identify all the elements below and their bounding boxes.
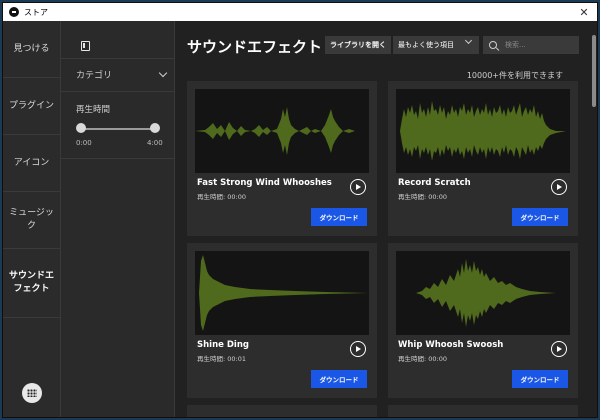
grid-icon <box>27 389 37 397</box>
filter-panel: カテゴリ 再生時間 0:00 4:00 <box>61 21 175 417</box>
sound-card[interactable]: Shine Ding 再生時間: 00:01 ダウンロード <box>187 243 377 398</box>
duration-slider-min-handle[interactable] <box>76 123 86 133</box>
left-nav: 見つける プラグイン アイコン ミュージック サウンドエフェクト <box>3 21 61 417</box>
sound-title: Whip Whoosh Swoosh <box>398 340 504 350</box>
app-icon <box>9 7 19 17</box>
open-library-button[interactable]: ライブラリを開く <box>325 36 391 54</box>
scrollbar[interactable] <box>592 35 596 107</box>
search-box[interactable]: 検索... <box>483 36 579 54</box>
sound-duration: 再生時間: 00:00 <box>197 193 246 201</box>
store-window: ストア ✕ 見つける プラグイン アイコン ミュージック サウンドエフェクト カ… <box>2 2 598 418</box>
waveform-preview <box>396 251 570 335</box>
play-icon[interactable] <box>551 179 567 195</box>
download-button[interactable]: ダウンロード <box>512 370 568 388</box>
search-icon <box>489 41 497 49</box>
waveform-preview <box>195 89 369 173</box>
divider <box>61 91 175 92</box>
nav-item-icons[interactable]: アイコン <box>3 135 60 192</box>
sound-duration: 再生時間: 00:00 <box>398 193 447 201</box>
sound-duration: 再生時間: 00:00 <box>398 355 447 363</box>
search-input[interactable]: 検索... <box>505 40 526 50</box>
sound-duration: 再生時間: 00:01 <box>197 355 246 363</box>
main-content: サウンドエフェクト ライブラリを開く 最もよく使う項目 検索... 10000+… <box>175 21 597 417</box>
duration-slider-max-handle[interactable] <box>150 123 160 133</box>
play-icon[interactable] <box>551 341 567 357</box>
nav-item-music[interactable]: ミュージック <box>3 192 60 249</box>
waveform-preview <box>396 89 570 173</box>
sort-value: 最もよく使う項目 <box>398 41 454 49</box>
title-bar: ストア ✕ <box>3 3 597 21</box>
duration-max-value: 4:00 <box>147 139 163 147</box>
duration-slider-track[interactable] <box>79 128 155 130</box>
chevron-down-icon <box>464 36 473 45</box>
results-count: 10000+件を利用できます <box>466 71 563 80</box>
sound-card[interactable]: Fast Strong Wind Whooshes 再生時間: 00:00 ダウ… <box>187 81 377 236</box>
sound-title: Fast Strong Wind Whooshes <box>197 178 332 188</box>
apps-grid-button[interactable] <box>22 383 42 403</box>
divider <box>61 58 175 59</box>
sort-dropdown[interactable]: 最もよく使う項目 <box>393 36 479 54</box>
download-button[interactable]: ダウンロード <box>311 208 367 226</box>
sound-card[interactable]: Record Scratch 再生時間: 00:00 ダウンロード <box>388 81 578 236</box>
duration-min-value: 0:00 <box>76 139 92 147</box>
nav-item-sound-effects[interactable]: サウンドエフェクト <box>3 249 60 318</box>
sound-title: Record Scratch <box>398 178 471 188</box>
download-button[interactable]: ダウンロード <box>311 370 367 388</box>
divider <box>61 158 175 159</box>
play-icon[interactable] <box>350 179 366 195</box>
collapse-panel-icon[interactable] <box>81 41 90 51</box>
download-button[interactable]: ダウンロード <box>512 208 568 226</box>
sound-card[interactable]: Whip Whoosh Swoosh 再生時間: 00:00 ダウンロード <box>388 243 578 398</box>
duration-label: 再生時間 <box>76 105 111 115</box>
chevron-down-icon <box>158 68 168 78</box>
play-icon[interactable] <box>350 341 366 357</box>
category-dropdown[interactable]: カテゴリ <box>76 68 168 81</box>
nav-item-plugins[interactable]: プラグイン <box>3 78 60 135</box>
sound-card[interactable] <box>388 405 578 417</box>
sound-card[interactable] <box>187 405 377 417</box>
window-title: ストア <box>24 7 48 17</box>
nav-item-discover[interactable]: 見つける <box>3 21 60 78</box>
page-title: サウンドエフェクト <box>187 38 323 56</box>
sound-title: Shine Ding <box>197 340 249 350</box>
category-label: カテゴリ <box>76 71 113 81</box>
close-icon[interactable]: ✕ <box>571 6 597 19</box>
waveform-preview <box>195 251 369 335</box>
